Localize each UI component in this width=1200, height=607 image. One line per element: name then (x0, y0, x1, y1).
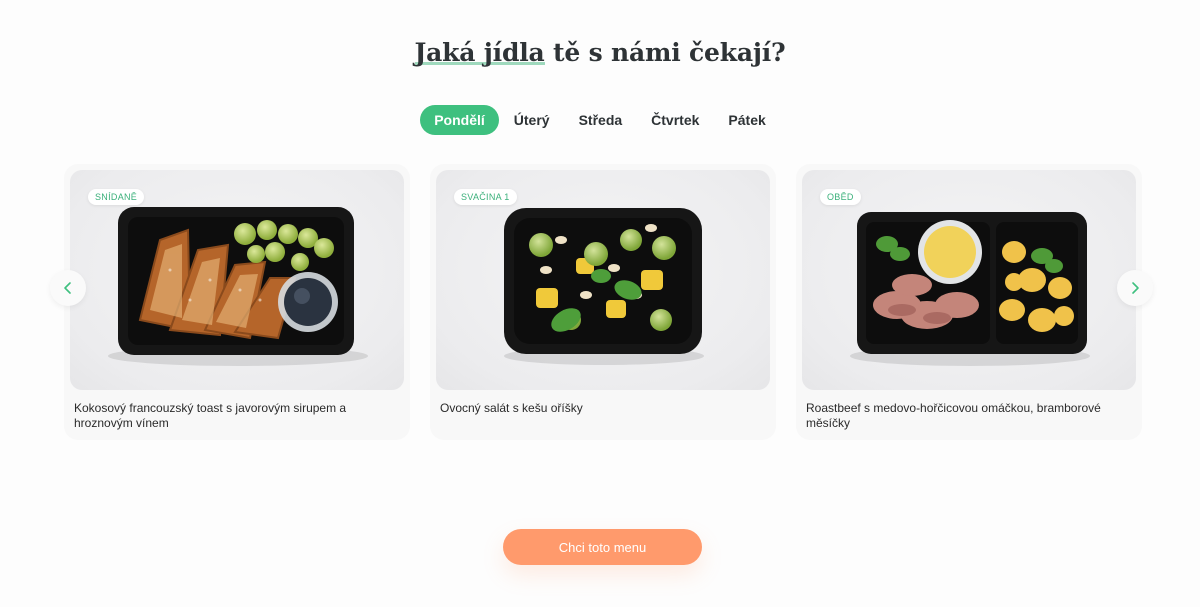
chevron-left-icon (64, 282, 71, 294)
meal-photo: OBĚD (802, 170, 1136, 390)
tab-tuesday[interactable]: Úterý (500, 105, 564, 135)
carousel-next-button[interactable] (1117, 270, 1153, 306)
tab-monday[interactable]: Pondělí (420, 105, 499, 135)
meal-badge: SVAČINA 1 (454, 189, 517, 205)
meal-title: Roastbeef s medovo-hořčicovou omáčkou, b… (806, 401, 1101, 430)
meal-badge: SNÍDANĚ (88, 189, 145, 205)
tab-wednesday[interactable]: Středa (565, 105, 637, 135)
meal-title: Ovocný salát s kešu oříšky (440, 401, 583, 415)
choose-menu-button[interactable]: Chci toto menu (503, 529, 702, 565)
carousel-prev-button[interactable] (50, 270, 86, 306)
meal-title: Kokosový francouzský toast s javorovým s… (74, 401, 347, 430)
day-tabs: Pondělí Úterý Středa Čtvrtek Pátek (0, 105, 1200, 135)
tab-friday[interactable]: Pátek (714, 105, 779, 135)
meal-carousel: SNÍDANĚ Kokosový francouzský toast s jav… (64, 164, 1144, 440)
section-title-accent: Jaká jídla (414, 38, 545, 67)
meal-card[interactable]: SNÍDANĚ Kokosový francouzský toast s jav… (64, 164, 410, 440)
tab-thursday[interactable]: Čtvrtek (637, 105, 713, 135)
meal-photo: SNÍDANĚ (70, 170, 404, 390)
section-title: Jaká jídla tě s námi čekají? (0, 38, 1200, 67)
meal-photo: SVAČINA 1 (436, 170, 770, 390)
meal-card[interactable]: SVAČINA 1 Ovocný salát s kešu oříšky (430, 164, 776, 440)
section-title-rest: tě s námi čekají? (544, 38, 786, 67)
meal-card[interactable]: OBĚD Roastbeef s medovo-hořčicovou omáčk… (796, 164, 1142, 440)
meal-badge: OBĚD (820, 189, 861, 205)
chevron-right-icon (1132, 282, 1139, 294)
